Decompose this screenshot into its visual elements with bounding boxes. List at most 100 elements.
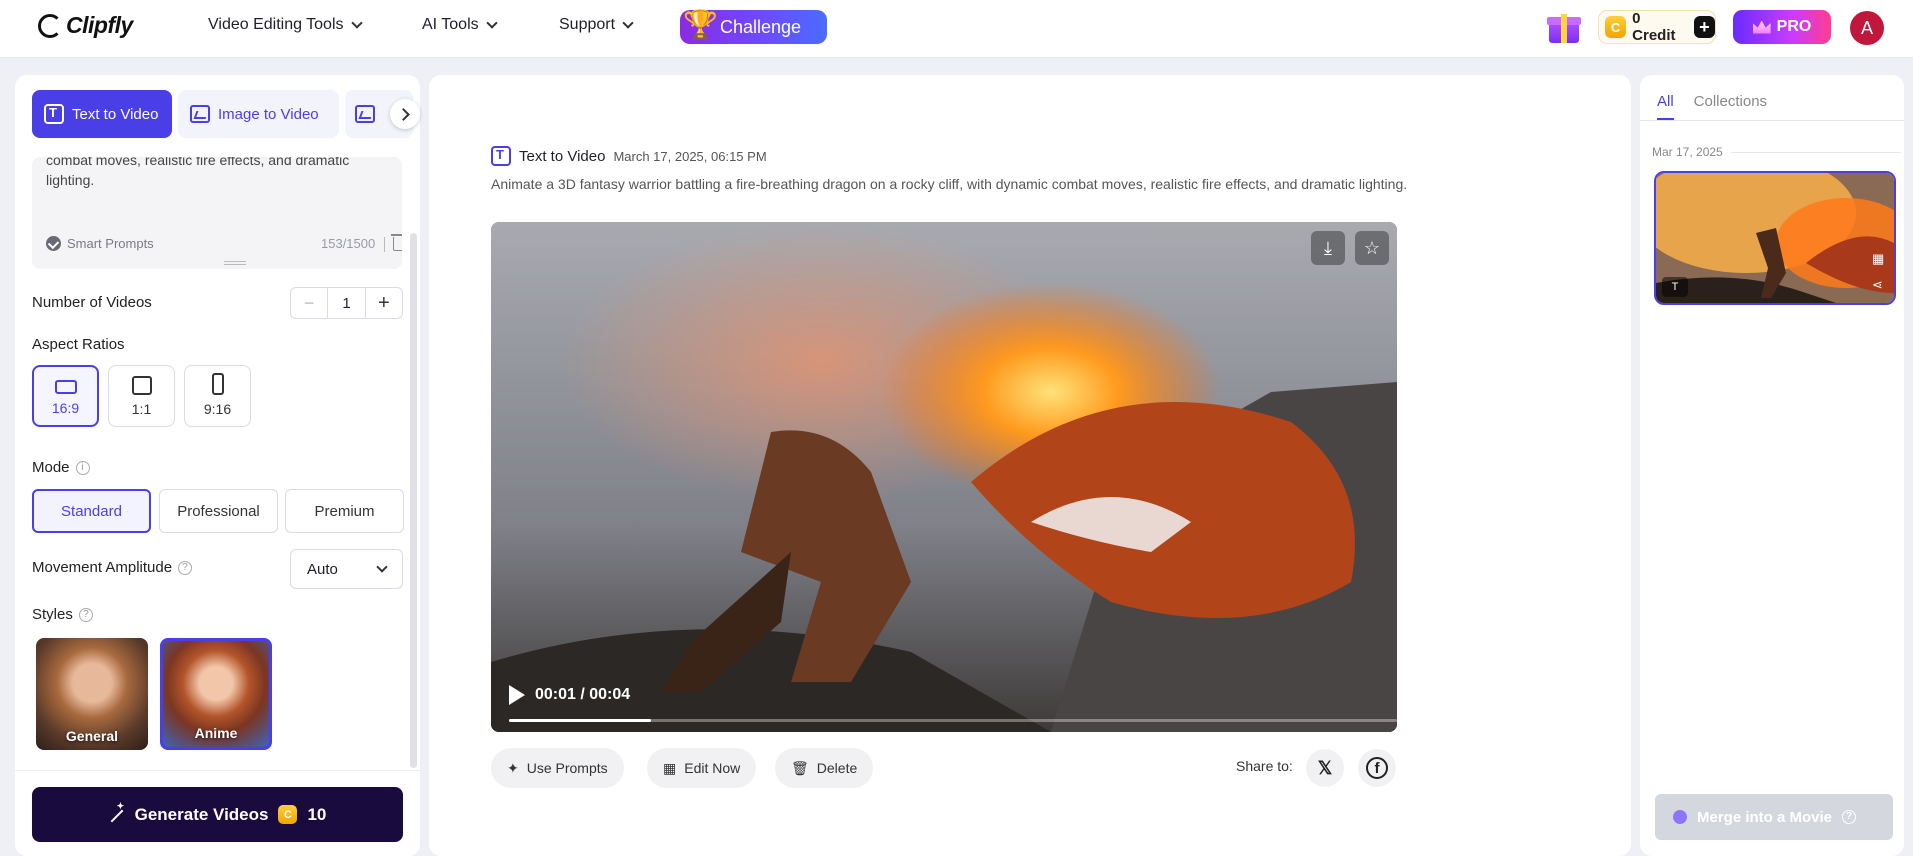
aspect-1-1[interactable]: 1:1 [108, 365, 175, 427]
help-icon[interactable]: ? [1842, 810, 1857, 824]
tab-label: Image to Video [218, 105, 319, 123]
video-thumbnail[interactable]: T ▦ ⋖ [1654, 171, 1896, 305]
delete-button[interactable]: 🗑 Delete [775, 748, 874, 788]
image-transform-icon [355, 105, 375, 123]
nav-video-editing-tools[interactable]: Video Editing Tools [208, 16, 363, 34]
video-player[interactable]: ⤓ ☆ 00:01 / 00:04 [491, 222, 1397, 732]
smart-prompts-label: Smart Prompts [67, 236, 154, 251]
credit-label: 0 Credit [1632, 10, 1676, 44]
trash-icon[interactable] [391, 234, 402, 251]
select-value: Auto [307, 560, 338, 578]
mode-label: Mode i [32, 459, 90, 476]
help-icon[interactable]: ? [178, 561, 193, 576]
mode-label-text: Mode [32, 459, 70, 476]
star-icon[interactable]: ☆ [1354, 231, 1389, 265]
tabs-next-button[interactable] [390, 99, 420, 129]
movement-label-text: Movement Amplitude [32, 559, 173, 576]
increment-button[interactable]: + [366, 288, 402, 318]
crown-icon [1752, 20, 1771, 34]
x-icon[interactable]: 𝕏 [1306, 749, 1344, 787]
download-icon[interactable]: ⤓ [1311, 231, 1345, 265]
aspect-16-9[interactable]: 16:9 [32, 365, 99, 427]
chevron-down-icon [622, 17, 634, 29]
divider [1730, 151, 1901, 153]
quantity-stepper: − 1 + [290, 287, 403, 319]
smart-prompts-toggle[interactable]: Smart Prompts [46, 236, 154, 251]
merge-into-movie-button[interactable]: Merge into a Movie ? [1655, 794, 1893, 840]
share-icon[interactable]: ⋖ [1872, 277, 1883, 293]
trash-icon: 🗑 [791, 759, 809, 776]
edit-now-button[interactable]: ▦ Edit Now [647, 748, 757, 788]
coin-icon: C [278, 805, 298, 824]
nav-support[interactable]: Support [559, 16, 634, 34]
nav-label: Video Editing Tools [208, 16, 344, 33]
chevron-down-icon [376, 561, 388, 573]
prompt-textarea[interactable]: combat moves, realistic fire effects, an… [32, 157, 402, 269]
tab-collections[interactable]: Collections [1694, 93, 1767, 120]
result-panel: Text to Video March 17, 2025, 06:15 PM A… [429, 75, 1631, 856]
info-icon[interactable]: i [75, 461, 90, 476]
tab-text-to-video[interactable]: Text to Video [32, 90, 172, 138]
resize-handle[interactable] [224, 261, 246, 265]
time-display: 00:01 / 00:04 [535, 686, 631, 703]
text-video-badge-icon: T [1662, 277, 1688, 297]
play-icon[interactable] [509, 685, 525, 705]
thumbnail-image [1656, 173, 1894, 303]
style-anime[interactable]: Anime [160, 638, 272, 750]
num-videos-label: Number of Videos [32, 294, 152, 311]
action-label: Delete [816, 760, 858, 776]
use-prompts-button[interactable]: ✦ Use Prompts [491, 748, 624, 788]
magic-wand-icon [109, 801, 125, 823]
add-credit-icon[interactable]: + [1693, 16, 1716, 38]
nav-ai-tools[interactable]: AI Tools [422, 16, 498, 34]
mode-standard[interactable]: Standard [32, 489, 151, 533]
record-date: March 17, 2025, 06:15 PM [613, 148, 767, 164]
divider [1640, 120, 1904, 121]
movement-amplitude-select[interactable]: Auto [290, 549, 403, 589]
tab-image-to-video[interactable]: Image to Video [178, 90, 339, 138]
styles-label-text: Styles [32, 606, 73, 623]
char-counter: 153/1500 [321, 236, 376, 251]
check-circle-icon [46, 236, 61, 251]
logo-mark-icon [38, 13, 62, 38]
gift-icon[interactable] [1547, 10, 1581, 44]
history-date: Mar 17, 2025 [1652, 145, 1723, 159]
movement-amplitude-label: Movement Amplitude? [32, 559, 193, 576]
quantity-value[interactable]: 1 [327, 288, 366, 318]
style-label: Anime [194, 725, 238, 741]
history-panel: All Collections Mar 17, 2025 T ▦ ⋖ Merge… [1640, 75, 1904, 856]
pro-button[interactable]: PRO [1733, 10, 1831, 44]
share-label: Share to: [1236, 758, 1293, 774]
top-bar: Clipfly Video Editing Tools AI Tools Sup… [0, 0, 1913, 58]
video-frame [491, 222, 1397, 732]
help-icon[interactable]: ? [78, 608, 93, 623]
record-title: Text to Video [519, 147, 606, 165]
mode-tabs: Text to Video Image to Video [32, 90, 413, 138]
challenge-button[interactable]: 🏆 Challenge [680, 9, 827, 44]
generate-videos-button[interactable]: Generate Videos C 10 [32, 787, 403, 842]
film-edit-icon[interactable]: ▦ [1872, 251, 1884, 267]
pro-label: PRO [1776, 18, 1812, 35]
style-general[interactable]: General [36, 638, 148, 750]
logo[interactable]: Clipfly [38, 12, 133, 39]
progress-fill [509, 719, 652, 722]
facebook-icon[interactable]: f [1358, 749, 1396, 787]
video-progress-bar[interactable] [509, 719, 1397, 722]
history-tabs: All Collections [1657, 93, 1767, 120]
credit-badge[interactable]: C 0 Credit + [1598, 10, 1716, 44]
decrement-button[interactable]: − [291, 288, 327, 318]
tab-all[interactable]: All [1657, 93, 1674, 120]
merge-label: Merge into a Movie [1697, 808, 1833, 826]
aspect-9-16[interactable]: 9:16 [184, 365, 251, 427]
styles-label: Styles? [32, 606, 93, 623]
aspect-label: 16:9 [51, 400, 80, 416]
film-edit-icon: ▦ [663, 759, 677, 776]
challenge-label: Challenge [720, 16, 802, 37]
mode-professional[interactable]: Professional [159, 489, 278, 533]
avatar[interactable]: A [1850, 11, 1884, 45]
mode-premium[interactable]: Premium [285, 489, 404, 533]
nav-label: Support [559, 16, 616, 33]
portrait-icon [211, 373, 224, 395]
scrollbar[interactable] [410, 233, 417, 768]
generator-panel: Text to Video Image to Video combat move… [15, 75, 420, 856]
